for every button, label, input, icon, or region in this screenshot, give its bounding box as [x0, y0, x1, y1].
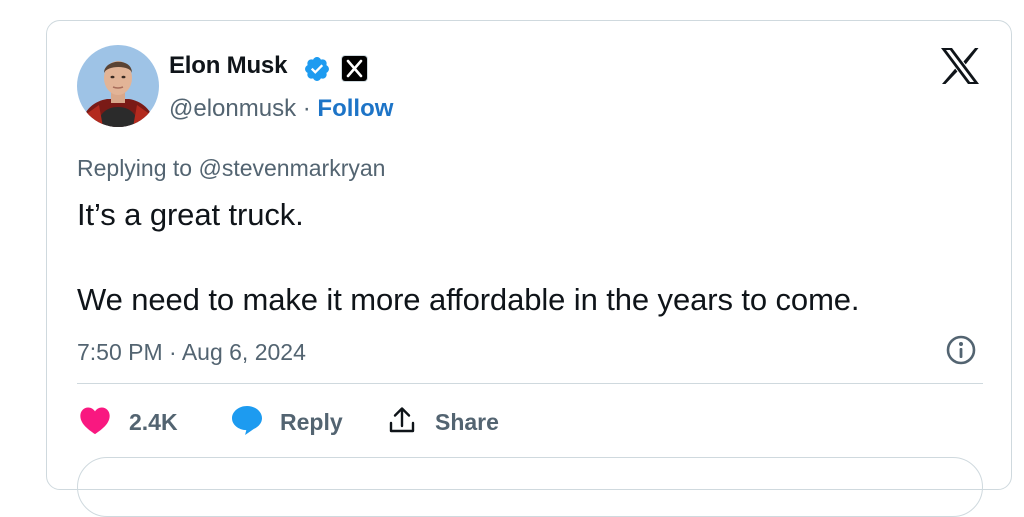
- avatar[interactable]: [77, 45, 159, 127]
- handle-separator: ·: [302, 95, 311, 122]
- author-handle-row: @elonmusk · Follow: [169, 95, 393, 123]
- x-logo-icon[interactable]: [940, 47, 980, 85]
- divider: [77, 383, 983, 384]
- like-count: 2.4K: [129, 408, 178, 435]
- follow-button[interactable]: Follow: [317, 95, 393, 122]
- share-button[interactable]: Share: [387, 401, 499, 443]
- replying-to-prefix: Replying to: [77, 155, 193, 181]
- heart-icon: [79, 405, 111, 440]
- share-icon: [387, 405, 417, 440]
- reply-button[interactable]: Reply: [230, 401, 343, 443]
- speech-bubble-icon: [230, 404, 264, 441]
- reply-label: Reply: [280, 408, 343, 435]
- tweet-text-line-1: It’s a great truck.: [77, 197, 304, 232]
- share-label: Share: [435, 408, 499, 435]
- replying-to-handle[interactable]: @stevenmarkryan: [198, 155, 385, 181]
- tweet-text-line-2: We need to make it more affordable in th…: [77, 282, 860, 317]
- x-affiliation-badge-icon: [342, 56, 367, 81]
- author-name[interactable]: Elon Musk: [169, 52, 287, 80]
- read-replies-button[interactable]: [77, 457, 983, 517]
- tweet-card: Elon Musk @elonmusk · Follow Replying to…: [46, 20, 1012, 517]
- author-handle[interactable]: @elonmusk: [169, 95, 296, 122]
- replying-to: Replying to @stevenmarkryan: [77, 155, 385, 182]
- info-icon[interactable]: [945, 334, 977, 366]
- verified-badge-icon: [303, 55, 331, 83]
- tweet-timestamp[interactable]: 7:50 PM · Aug 6, 2024: [77, 339, 306, 366]
- like-button[interactable]: 2.4K: [79, 401, 178, 443]
